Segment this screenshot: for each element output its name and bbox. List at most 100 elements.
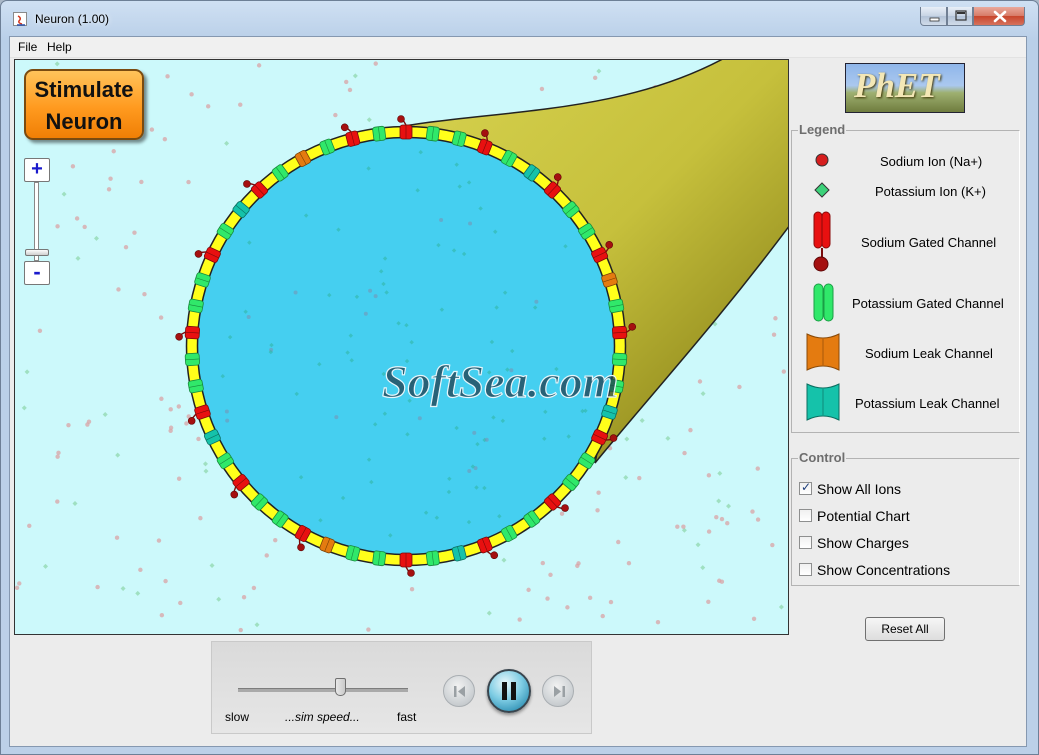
potassium-ion (352, 73, 358, 79)
potassium-ion (717, 470, 723, 476)
sim-speed-slider-thumb[interactable] (335, 678, 346, 696)
step-forward-button[interactable] (542, 675, 574, 707)
sodium-ion (37, 328, 43, 334)
sodium-ion (95, 584, 100, 590)
minimize-button[interactable] (920, 7, 947, 26)
sodium-ion (755, 517, 761, 522)
potassium-ion (43, 563, 49, 569)
show-concentrations-label[interactable]: Show Concentrations (817, 562, 950, 578)
sodium-ion (409, 587, 415, 592)
sodium-ion (156, 538, 162, 543)
sodium-gated-channel (397, 115, 413, 140)
sodium-ion (106, 187, 112, 192)
legend-label-potassium-gated-channel: Potassium Gated Channel (852, 296, 1004, 311)
sodium-ion (344, 79, 349, 85)
client-area: File Help SoftSea.com Stimulate Neuron +… (9, 36, 1027, 747)
pause-button[interactable] (487, 669, 531, 713)
potassium-gated-channel (187, 298, 204, 314)
zoom-in-button[interactable]: + (24, 158, 50, 182)
zoom-out-button[interactable]: - (24, 261, 50, 285)
sodium-ion (85, 422, 90, 427)
stimulate-label-line2: Neuron (45, 109, 123, 134)
show-all-ions-checkbox[interactable] (799, 480, 812, 495)
sodium-leak-channel-icon (806, 333, 840, 371)
sodium-ion (186, 179, 191, 185)
sodium-ion (264, 553, 269, 558)
sodium-ion (595, 508, 600, 513)
potential-chart-label[interactable]: Potential Chart (817, 508, 910, 524)
sodium-ion (132, 230, 137, 235)
show-charges-label[interactable]: Show Charges (817, 535, 909, 551)
menu-help[interactable]: Help (47, 40, 72, 54)
sodium-ion (373, 61, 378, 66)
zoom-slider-thumb[interactable] (25, 249, 49, 256)
sodium-ion (719, 579, 725, 584)
potassium-ion (115, 452, 121, 458)
potassium-gated-channel (187, 378, 204, 394)
potassium-ion (202, 461, 208, 467)
potassium-gated-channel (372, 125, 387, 142)
sodium-ion (596, 490, 601, 495)
sodium-ion (55, 499, 60, 504)
sodium-ion (189, 92, 194, 97)
sodium-ion (467, 469, 472, 474)
sodium-ion (737, 384, 742, 390)
potassium-ion (726, 503, 732, 509)
sodium-ion (439, 218, 444, 223)
reset-all-button[interactable]: Reset All (865, 617, 945, 641)
sodium-ion (198, 515, 203, 521)
potassium-ion (135, 590, 141, 596)
title-bar[interactable]: Neuron (1.00) (1, 1, 1038, 35)
maximize-button[interactable] (947, 7, 973, 26)
sodium-ion (347, 87, 353, 93)
close-button[interactable] (973, 7, 1025, 26)
sodium-ion (184, 421, 189, 426)
sodium-ion (750, 509, 755, 514)
sodium-ion (626, 561, 632, 566)
legend-panel: Legend Sodium Ion (Na+) Potassium Ion (K… (791, 122, 1020, 433)
show-all-ions-label[interactable]: Show All Ions (817, 481, 901, 497)
sodium-gated-channel (399, 552, 415, 577)
legend-label-sodium-gated-channel: Sodium Gated Channel (861, 235, 997, 250)
potassium-ion (254, 622, 260, 628)
sodium-ion (205, 104, 211, 109)
sodium-ion (714, 514, 719, 520)
potassium-ion (623, 474, 629, 480)
show-concentrations-checkbox[interactable] (799, 563, 812, 576)
step-back-button[interactable] (443, 675, 475, 707)
sodium-ion (706, 529, 712, 534)
stimulate-label-line1: Stimulate (34, 77, 134, 102)
sodium-ion (540, 560, 546, 566)
sodium-ion (334, 415, 339, 420)
phet-logo[interactable]: PhET (845, 63, 965, 113)
sodium-ion (108, 176, 113, 181)
show-charges-checkbox[interactable] (799, 536, 812, 549)
sodium-ion (116, 287, 121, 292)
potassium-ion (665, 435, 671, 441)
sodium-ion (706, 599, 711, 604)
sim-speed-slider-track[interactable] (238, 688, 408, 692)
potassium-ion (716, 498, 722, 504)
potential-chart-checkbox[interactable] (799, 509, 812, 522)
menu-file[interactable]: File (18, 40, 37, 54)
potassium-ion (366, 117, 372, 123)
potassium-ion (21, 405, 27, 411)
sodium-ion (682, 450, 687, 456)
stimulate-neuron-button[interactable]: Stimulate Neuron (24, 69, 144, 140)
sodium-ion (539, 86, 545, 92)
sodium-ion (176, 404, 181, 409)
sodium-ion (773, 316, 778, 321)
sodium-ion (688, 427, 693, 433)
sodium-ion (592, 75, 598, 81)
sodium-ion (545, 596, 550, 601)
sodium-ion (472, 430, 477, 435)
potassium-ion (102, 412, 108, 418)
control-panel: Control Show All Ions Potential Chart Sh… (791, 450, 1020, 586)
sodium-ion (176, 476, 182, 481)
sodium-ion (251, 585, 257, 591)
sodium-ion (697, 379, 703, 384)
sodium-ion (526, 587, 531, 593)
simulation-canvas[interactable]: SoftSea.com Stimulate Neuron + - (14, 59, 789, 635)
sodium-ion (159, 612, 165, 618)
speed-slow-label: slow (225, 710, 250, 724)
